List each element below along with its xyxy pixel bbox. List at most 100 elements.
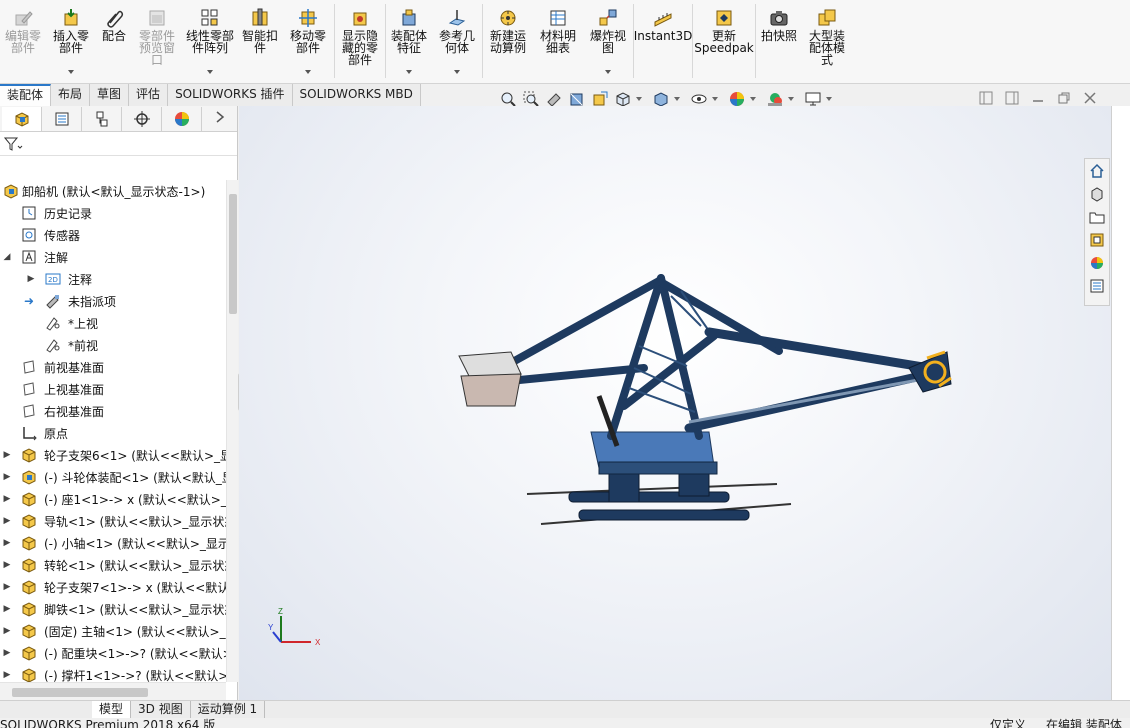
tree-filter-bar[interactable] [0,132,237,156]
insert-component-button[interactable]: 插入零 部件 [46,0,96,80]
collapse-chevron-icon[interactable]: ◢ [2,252,12,262]
large-assembly-mode-button[interactable]: 大型装 配体模 式 [802,0,852,80]
feature-manager-tab[interactable] [2,106,42,131]
tree-item[interactable]: ▶ (-) 斗轮体装配<1> (默认<默认_显 [0,466,226,488]
scroll-thumb[interactable] [12,688,148,697]
tree-item[interactable]: ▶ (-) 撑杆1<1>->? (默认<<默认>_ [0,664,226,682]
update-speedpak-button[interactable]: 更新 Speedpak [693,0,755,80]
expand-chevron-icon[interactable]: ▶ [2,516,12,526]
restore-icon[interactable] [1056,90,1072,106]
tree-item[interactable]: *前视 [0,334,226,356]
linear-pattern-dropdown[interactable] [207,70,213,74]
tab-layout[interactable]: 布局 [51,84,91,106]
take-snapshot-button[interactable]: 拍快照 [756,0,802,80]
hide-show-dropdown[interactable] [712,97,718,101]
expand-chevron-icon[interactable]: ▶ [2,472,12,482]
display-style-dropdown[interactable] [674,97,680,101]
display-manager-tab[interactable] [162,106,202,131]
ship-unloader-model[interactable]: X Z Y [239,106,1111,702]
design-library-icon[interactable] [1086,183,1108,205]
expand-chevron-icon[interactable]: ▶ [2,494,12,504]
scroll-thumb[interactable] [229,194,237,314]
tree-vertical-scrollbar[interactable] [226,180,238,682]
appearances-icon[interactable] [1086,252,1108,274]
tree-item[interactable]: 前视基准面 [0,356,226,378]
tree-item[interactable]: 历史记录 [0,202,226,224]
expand-chevron-icon[interactable]: ▶ [2,538,12,548]
tile-right-icon[interactable] [1004,90,1020,106]
tree-item[interactable]: 右视基准面 [0,400,226,422]
apply-scene-dropdown[interactable] [788,97,794,101]
tree-item[interactable]: ▶ (固定) 主轴<1> (默认<<默认>_显 [0,620,226,642]
minimize-icon[interactable] [1030,90,1046,106]
bill-of-materials-button[interactable]: 材料明 细表 [533,0,583,80]
show-hidden-components-button[interactable]: 显示隐 藏的零 部件 [335,0,385,80]
expand-chevron-icon[interactable]: ▶ [2,560,12,570]
expand-chevron-icon[interactable]: ▶ [2,604,12,614]
tab-motion-study-1[interactable]: 运动算例 1 [191,701,266,718]
expand-chevron-icon[interactable]: ▶ [2,670,12,680]
reference-geometry-button[interactable]: 参考几 何体 [432,0,482,80]
tree-item[interactable]: ▶ (-) 座1<1>-> x (默认<<默认>_显 [0,488,226,510]
close-icon[interactable] [1082,90,1098,106]
tree-item[interactable]: ▶ (-) 小轴<1> (默认<<默认>_显示 [0,532,226,554]
edit-component-button[interactable]: 编辑零 部件 [0,0,46,80]
file-explorer-icon[interactable] [1086,206,1108,228]
expand-chevron-icon[interactable]: ▶ [2,648,12,658]
custom-properties-icon[interactable] [1086,275,1108,297]
tree-item[interactable]: ▶ (-) 配重块<1>->? (默认<<默认>_ [0,642,226,664]
expand-chevron-icon[interactable]: ▶ [2,626,12,636]
tree-horizontal-scrollbar[interactable] [0,682,226,702]
component-preview-button[interactable]: 零部件 预览窗 口 [132,0,182,80]
expand-chevron-icon[interactable]: ▶ [2,450,12,460]
home-icon[interactable] [1086,160,1108,182]
tab-3d-views[interactable]: 3D 视图 [131,701,191,718]
graphics-area[interactable]: X Z Y [239,106,1111,702]
smart-fasteners-button[interactable]: 智能扣 件 [238,0,282,80]
insert-component-dropdown[interactable] [68,70,74,74]
tree-item[interactable]: ▶ 轮子支架7<1>-> x (默认<<默认 [0,576,226,598]
configuration-manager-tab[interactable] [82,106,122,131]
tab-solidworks-addins[interactable]: SOLIDWORKS 插件 [168,84,293,106]
tab-assembly[interactable]: 装配体 [0,84,52,106]
tree-root-assembly[interactable]: 卸船机 (默认<默认_显示状态-1>) [0,180,226,202]
tile-left-icon[interactable] [978,90,994,106]
assembly-features-button[interactable]: 装配体 特征 [386,0,432,80]
tree-item[interactable]: 传感器 [0,224,226,246]
move-component-dropdown[interactable] [305,70,311,74]
tree-item[interactable]: ▶ 2D 注释 [0,268,226,290]
more-tabs-chevron-icon[interactable] [214,110,226,127]
tree-item[interactable]: ◢ 注解 [0,246,226,268]
view-orientation-dropdown[interactable] [636,97,642,101]
linear-pattern-button[interactable]: 线性零部 件阵列 [182,0,238,80]
view-palette-icon[interactable] [1086,229,1108,251]
tab-evaluate[interactable]: 评估 [129,84,169,106]
tree-item[interactable]: ▶ 导轨<1> (默认<<默认>_显示状态 [0,510,226,532]
tree-item[interactable]: ▶ 转轮<1> (默认<<默认>_显示状态 [0,554,226,576]
exploded-view-dropdown[interactable] [605,70,611,74]
tab-sketch[interactable]: 草图 [90,84,130,106]
move-component-button[interactable]: 移动零 部件 [282,0,334,80]
tree-item-label: 前视基准面 [44,360,105,375]
reference-geometry-dropdown[interactable] [454,70,460,74]
tree-item[interactable]: ➜ 未指派项 [0,290,226,312]
new-motion-study-button[interactable]: 新建运 动算例 [483,0,533,80]
tab-solidworks-mbd[interactable]: SOLIDWORKS MBD [292,84,421,106]
tree-item[interactable]: 上视基准面 [0,378,226,400]
view-settings-dropdown[interactable] [826,97,832,101]
instant3d-button[interactable]: Instant3D [634,0,692,80]
property-manager-tab[interactable] [42,106,82,131]
tree-item[interactable]: ▶ 脚铁<1> (默认<<默认>_显示状态 [0,598,226,620]
tree-item[interactable]: *上视 [0,312,226,334]
edit-appearance-dropdown[interactable] [750,97,756,101]
mate-button[interactable]: 配合 [96,0,132,80]
task-pane-collapsed[interactable] [1111,106,1130,702]
expand-chevron-icon[interactable]: ▶ [2,582,12,592]
exploded-view-button[interactable]: 爆炸视 图 [583,0,633,80]
expand-chevron-icon[interactable]: ▶ [26,274,36,284]
tab-model[interactable]: 模型 [92,701,132,718]
assembly-features-dropdown[interactable] [406,70,412,74]
tree-item[interactable]: 原点 [0,422,226,444]
dimxpert-manager-tab[interactable] [122,106,162,131]
tree-item[interactable]: ▶ 轮子支架6<1> (默认<<默认>_显 [0,444,226,466]
